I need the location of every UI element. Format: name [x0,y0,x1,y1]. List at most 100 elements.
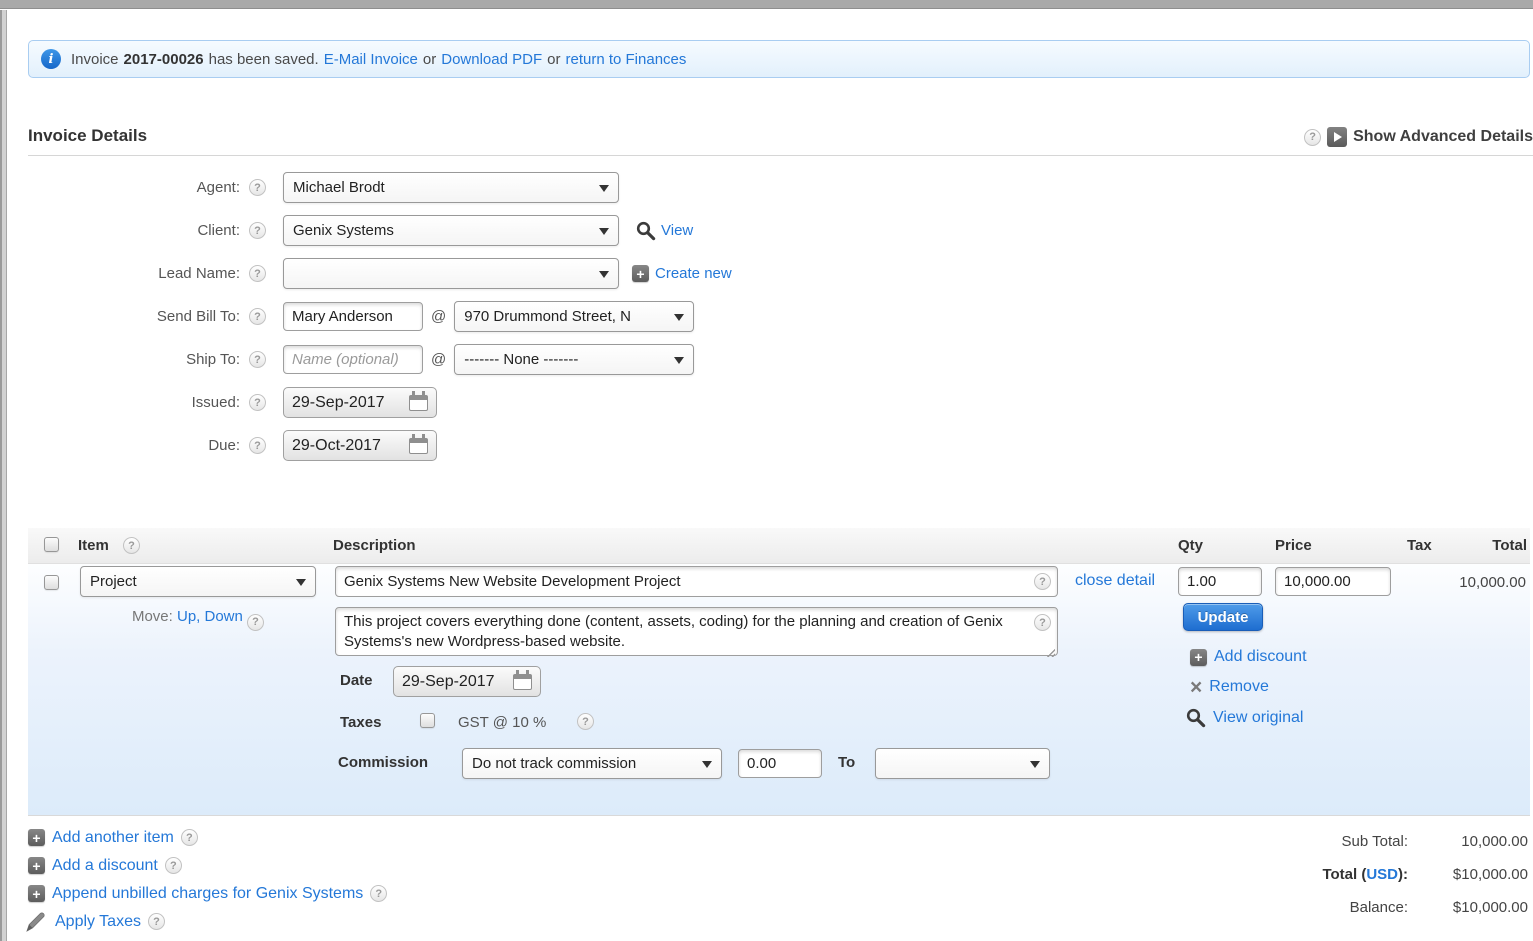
commission-label: Commission [338,754,429,771]
item-date-input[interactable]: 29-Sep-2017 [393,666,541,697]
append-unbilled-action[interactable]: + Append unbilled charges for Genix Syst… [28,882,388,905]
client-select[interactable]: Genix Systems [283,215,619,246]
view-client-link[interactable]: View [661,222,693,239]
issued-date-input[interactable]: 29-Sep-2017 [283,387,437,418]
help-icon[interactable]: ? [247,613,265,631]
remove-action[interactable]: × Remove [1190,675,1269,699]
invoice-actions: + Add another item ? + Add a discount ? … [26,826,388,938]
remove-link[interactable]: Remove [1209,678,1269,696]
notification-text: Invoice [71,50,119,68]
at-separator: @ [431,308,447,325]
help-icon[interactable]: ? [164,857,182,874]
add-discount-link[interactable]: Add discount [1214,648,1307,666]
due-row: Due: ? 29-Oct-2017 [0,430,900,461]
help-icon[interactable]: ? [147,913,165,930]
view-original-link[interactable]: View original [1213,709,1303,727]
help-icon[interactable]: ? [370,885,388,902]
window-frame-top [0,0,1533,9]
ship-to-address-value: ------- None ------- [464,351,579,368]
detail-description-textarea[interactable]: This project covers everything done (con… [335,607,1058,656]
help-icon[interactable]: ? [123,537,140,554]
move-up-link[interactable]: Up, [177,608,200,625]
notification-text: has been saved. [208,50,319,68]
close-detail-link[interactable]: close detail [1075,572,1155,590]
help-icon[interactable]: ? [249,437,266,454]
commission-value-input[interactable] [738,749,822,778]
remove-x-icon: × [1190,675,1203,699]
append-unbilled-link[interactable]: Append unbilled charges for Genix System… [52,885,363,903]
agent-select[interactable]: Michael Brodt [283,172,619,203]
download-pdf-link[interactable]: Download PDF [441,51,542,68]
bill-to-address-select[interactable]: 970 Drummond Street, N [454,301,695,332]
notification-text: or [547,50,561,68]
help-icon[interactable]: ? [249,179,266,196]
line-total-value: 10,000.00 [1459,574,1526,591]
invoice-number: 2017-00026 [123,50,204,68]
gst-tax-checkbox[interactable] [420,713,435,728]
add-a-discount-link[interactable]: Add a discount [52,857,158,875]
qty-input[interactable] [1178,567,1262,596]
add-another-item-action[interactable]: + Add another item ? [28,826,387,849]
email-invoice-link[interactable]: E-Mail Invoice [324,51,418,68]
help-icon[interactable]: ? [577,713,594,730]
calendar-icon[interactable] [409,390,428,411]
create-new-lead-link[interactable]: Create new [655,265,732,282]
calendar-icon[interactable] [409,433,428,454]
plus-icon[interactable]: + [632,265,649,282]
send-bill-to-row: Send Bill To: ? @ 970 Drummond Street, N [0,301,900,332]
chevron-down-icon [702,760,712,768]
plus-icon: + [28,857,45,874]
view-original-action[interactable]: View original [1185,707,1303,728]
item-type-select[interactable]: Project [80,566,316,597]
item-description-input[interactable] [335,566,1058,597]
client-label: Client: [197,222,240,239]
help-icon[interactable]: ? [249,394,266,411]
apply-taxes-link[interactable]: Apply Taxes [55,913,141,931]
help-icon[interactable]: ? [180,829,198,846]
bill-to-name-input[interactable] [283,302,423,331]
add-another-item-link[interactable]: Add another item [52,829,174,847]
search-icon [1186,708,1206,728]
add-discount-action[interactable]: + Add discount [1190,648,1307,666]
commission-select-value: Do not track commission [472,755,637,772]
total-column-header: Total [1492,537,1527,554]
help-icon[interactable]: ? [249,351,266,368]
help-icon[interactable]: ? [1304,128,1322,146]
pencil-icon [26,912,45,932]
show-advanced-details-label[interactable]: Show Advanced Details [1353,128,1533,146]
search-icon[interactable] [635,220,656,241]
commission-to-select[interactable] [875,748,1050,779]
save-notification-bar: i Invoice 2017-00026 has been saved. E-M… [28,40,1530,78]
due-date-input[interactable]: 29-Oct-2017 [283,430,437,461]
page-title: Invoice Details [28,126,148,145]
price-input[interactable] [1275,567,1391,596]
return-to-finances-link[interactable]: return to Finances [565,51,686,68]
move-label: Move: [131,608,173,625]
bill-to-address-value: 970 Drummond Street, N [464,308,631,325]
help-icon[interactable]: ? [249,222,266,239]
currency-link[interactable]: USD [1366,866,1398,883]
item-date-value: 29-Sep-2017 [402,672,495,690]
send-bill-to-label: Send Bill To: [156,308,240,325]
select-all-checkbox[interactable] [44,537,59,552]
help-icon[interactable]: ? [249,308,266,325]
expand-arrow-icon[interactable] [1327,127,1348,147]
add-a-discount-action[interactable]: + Add a discount ? [28,854,387,877]
update-button[interactable]: Update [1183,603,1263,631]
resize-handle[interactable] [1046,648,1055,657]
ship-to-name-input[interactable] [283,345,423,374]
help-icon[interactable]: ? [1034,614,1051,631]
calendar-icon[interactable] [513,669,532,690]
apply-taxes-action[interactable]: Apply Taxes ? [26,910,387,933]
show-advanced-details-toggle[interactable]: ? Show Advanced Details [1304,127,1533,147]
move-down-link[interactable]: Down [205,608,243,625]
item-checkbox[interactable] [44,575,59,590]
commission-select[interactable]: Do not track commission [462,748,722,779]
help-icon[interactable]: ? [1034,573,1051,590]
qty-column-header: Qty [1178,537,1204,554]
lead-name-select[interactable] [283,258,619,289]
at-separator: @ [431,351,447,368]
ship-to-address-select[interactable]: ------- None ------- [454,344,695,375]
help-icon[interactable]: ? [249,265,266,282]
total-label: Total (USD): [1168,866,1408,883]
